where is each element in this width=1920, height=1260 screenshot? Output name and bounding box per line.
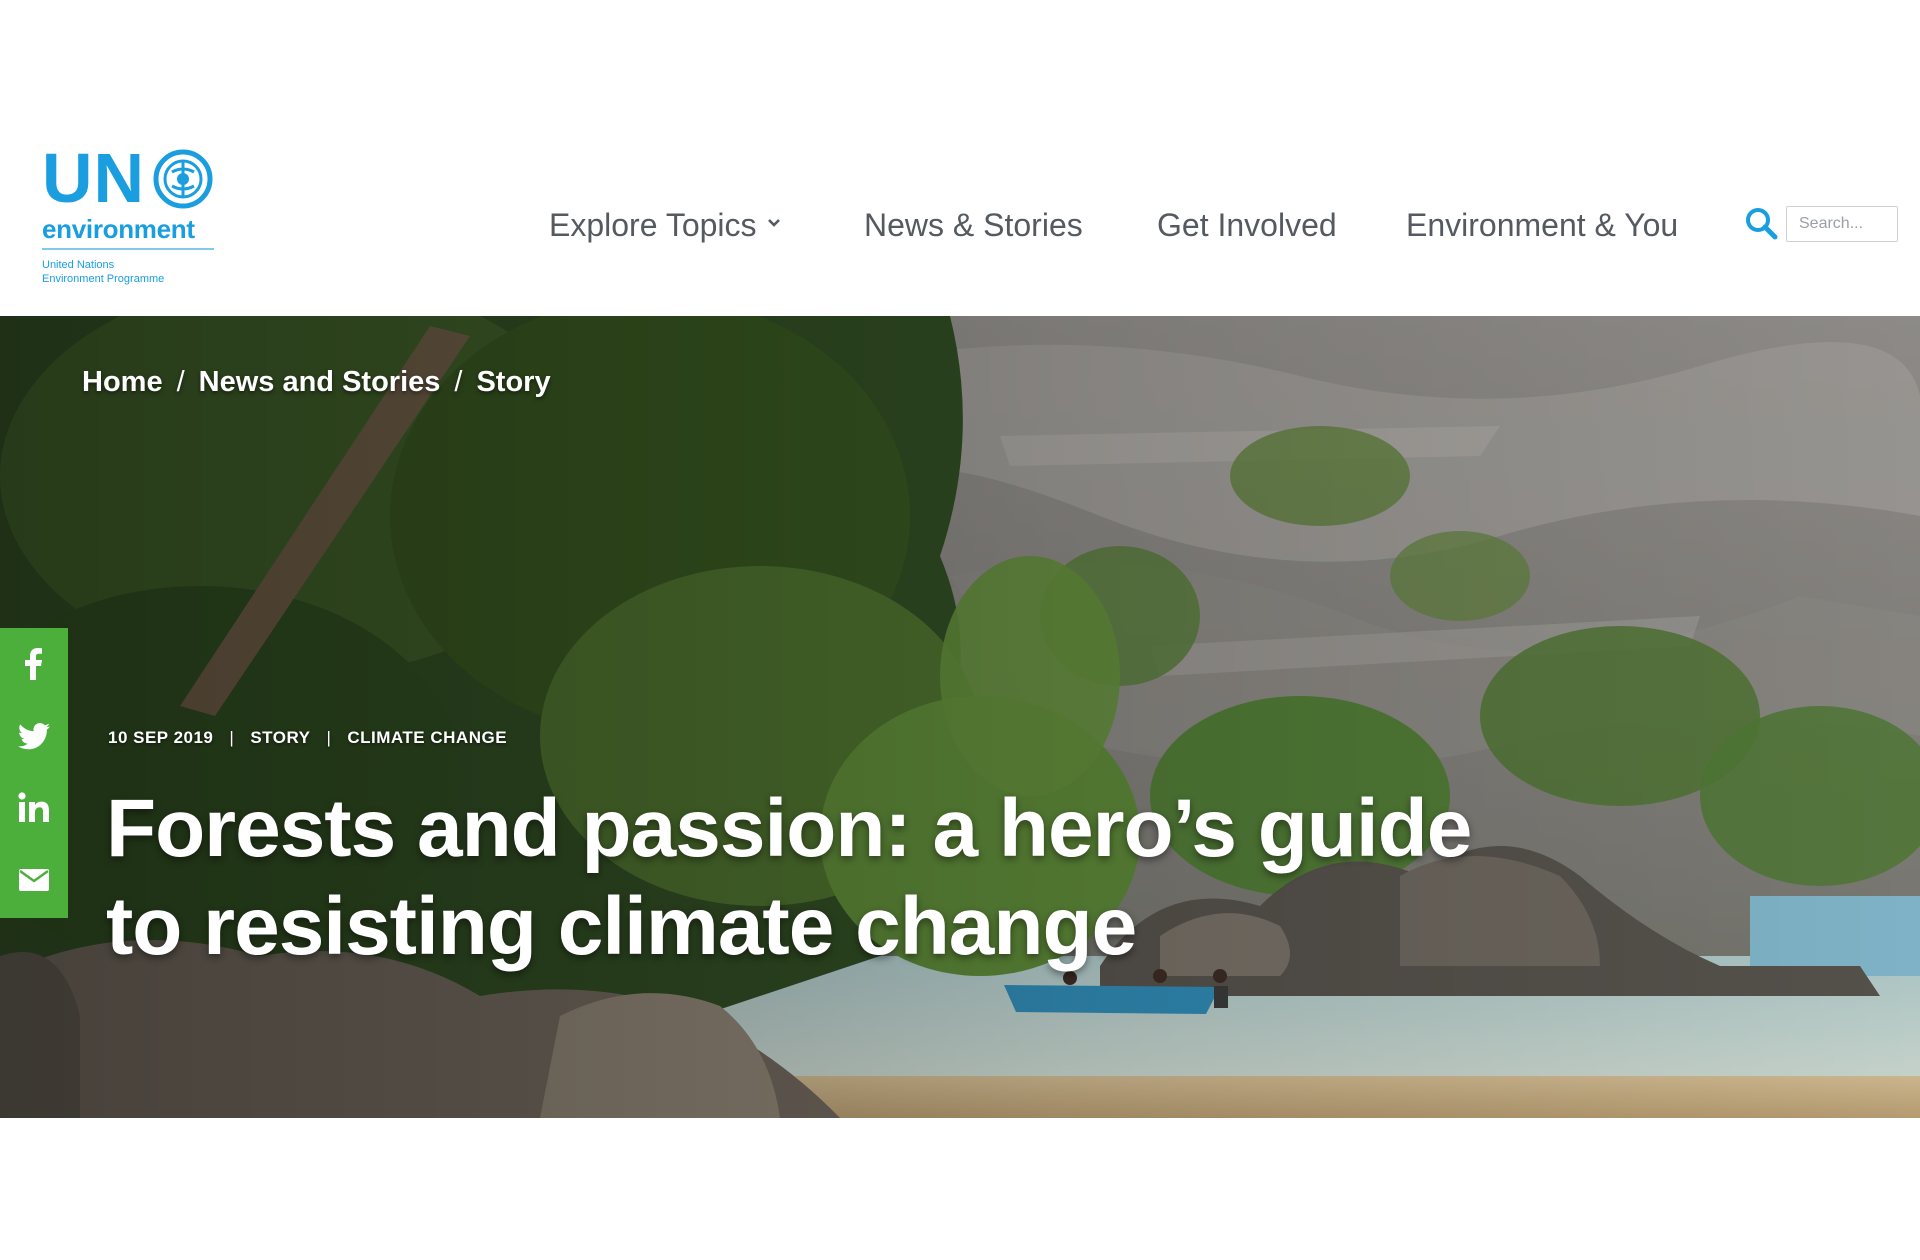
- nav-item-label: Get Involved: [1157, 207, 1337, 243]
- logo-subtitle: United Nations Environment Programme: [42, 258, 222, 286]
- nav-item-label: Explore Topics: [549, 207, 757, 243]
- hero-overlay: [0, 316, 1920, 1118]
- meta-separator: |: [326, 728, 332, 747]
- hero-banner: Home / News and Stories / Story 10 SEP 2019 |…: [0, 316, 1920, 1118]
- article-date: 10 SEP 2019: [108, 728, 214, 747]
- article-meta: 10 SEP 2019 | STORY | CLIMATE CHANGE: [108, 728, 507, 748]
- meta-separator: |: [229, 728, 235, 747]
- breadcrumb-separator: /: [176, 366, 185, 398]
- share-linkedin-button[interactable]: [0, 772, 68, 844]
- search-input[interactable]: [1786, 206, 1898, 242]
- breadcrumb-current: Story: [476, 366, 551, 398]
- share-twitter-button[interactable]: [0, 700, 68, 772]
- breadcrumb: Home / News and Stories / Story: [82, 366, 551, 399]
- logo-subtitle-line1: United Nations: [42, 259, 115, 271]
- nav-item-environment-you[interactable]: Environment & You: [1406, 200, 1678, 250]
- article-title: Forests and passion: a hero’s guide to r…: [106, 783, 1472, 972]
- breadcrumb-home[interactable]: Home: [82, 366, 163, 398]
- twitter-icon: [18, 723, 50, 750]
- nav-item-get-involved[interactable]: Get Involved: [1157, 200, 1337, 250]
- search-icon[interactable]: [1744, 206, 1778, 240]
- main-navigation: Explore Topics News & Stories Get Involv…: [0, 200, 1920, 250]
- chevron-down-icon: [767, 219, 780, 227]
- nav-item-label: News & Stories: [864, 207, 1083, 243]
- email-icon: [19, 869, 49, 891]
- facebook-icon: [25, 648, 42, 680]
- article-type[interactable]: STORY: [250, 728, 310, 747]
- breadcrumb-separator: /: [454, 366, 463, 398]
- social-share-bar: [0, 628, 68, 918]
- breadcrumb-news-and-stories[interactable]: News and Stories: [199, 366, 441, 398]
- share-email-button[interactable]: [0, 844, 68, 916]
- share-facebook-button[interactable]: [0, 628, 68, 700]
- logo-subtitle-line2: Environment Programme: [42, 273, 165, 285]
- nav-item-news-stories[interactable]: News & Stories: [864, 200, 1083, 250]
- nav-item-label: Environment & You: [1406, 207, 1679, 243]
- site-header: UN environment United Nations Environmen…: [0, 0, 1920, 316]
- article-topic[interactable]: CLIMATE CHANGE: [347, 728, 507, 747]
- linkedin-icon: [18, 792, 49, 822]
- nav-item-explore-topics[interactable]: Explore Topics: [549, 200, 781, 250]
